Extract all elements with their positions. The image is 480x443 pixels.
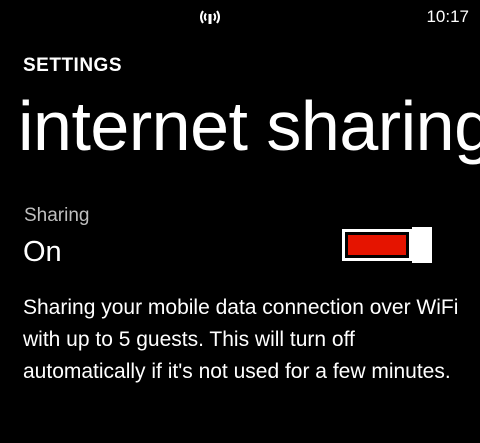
internet-sharing-signal-icon <box>196 8 224 26</box>
toggle-thumb[interactable] <box>412 227 432 263</box>
sharing-label: Sharing <box>24 205 90 226</box>
sharing-toggle[interactable] <box>342 227 432 263</box>
status-clock: 10:17 <box>426 7 469 26</box>
page-title: internet sharing <box>18 87 480 165</box>
toggle-fill <box>348 235 406 255</box>
sharing-state-value[interactable]: On <box>23 235 62 269</box>
toggle-track <box>342 229 412 261</box>
status-bar: 10:17 <box>0 0 480 34</box>
sharing-description: Sharing your mobile data connection over… <box>23 296 459 383</box>
app-title: SETTINGS <box>23 55 123 76</box>
